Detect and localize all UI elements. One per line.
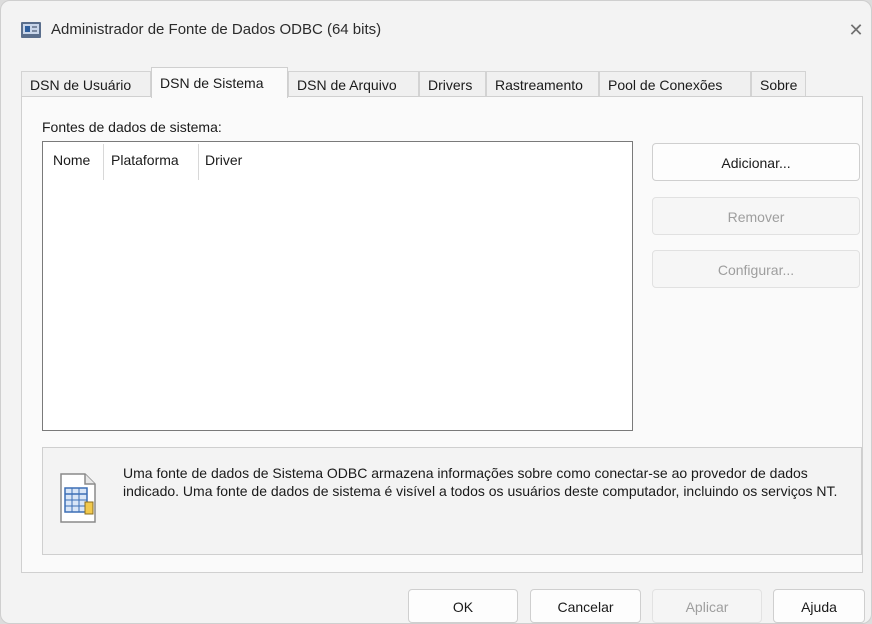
column-separator[interactable]	[198, 144, 199, 180]
ok-button[interactable]: OK	[408, 589, 518, 623]
title-bar: Administrador de Fonte de Dados ODBC (64…	[1, 1, 872, 57]
configure-button[interactable]: Configurar...	[652, 250, 860, 288]
remove-button[interactable]: Remover	[652, 197, 860, 235]
close-icon[interactable]: ✕	[839, 15, 872, 45]
tab-panel-dsn-sistema: Fontes de dados de sistema: Nome Platafo…	[21, 96, 863, 573]
odbc-admin-window: Administrador de Fonte de Dados ODBC (64…	[0, 0, 872, 624]
column-header-driver[interactable]: Driver	[205, 152, 242, 168]
apply-button[interactable]: Aplicar	[652, 589, 762, 623]
column-separator[interactable]	[103, 144, 104, 180]
help-button[interactable]: Ajuda	[773, 589, 865, 623]
tab-dsn-sistema[interactable]: DSN de Sistema	[151, 67, 288, 98]
cancel-button[interactable]: Cancelar	[530, 589, 641, 623]
info-description: Uma fonte de dados de Sistema ODBC armaz…	[123, 465, 838, 499]
tab-pool-conexoes[interactable]: Pool de Conexões	[599, 71, 751, 97]
tab-sobre[interactable]: Sobre	[751, 71, 806, 97]
tab-drivers[interactable]: Drivers	[419, 71, 486, 97]
add-button[interactable]: Adicionar...	[652, 143, 860, 181]
tab-rastreamento[interactable]: Rastreamento	[486, 71, 599, 97]
database-document-icon	[55, 472, 99, 524]
column-header-nome[interactable]: Nome	[53, 152, 90, 168]
window-title: Administrador de Fonte de Dados ODBC (64…	[51, 21, 382, 38]
info-box: Uma fonte de dados de Sistema ODBC armaz…	[42, 447, 862, 555]
system-dsn-list[interactable]: Nome Plataforma Driver	[42, 141, 633, 431]
column-header-plataforma[interactable]: Plataforma	[111, 152, 179, 168]
tab-dsn-arquivo[interactable]: DSN de Arquivo	[288, 71, 419, 97]
tab-strip: DSN de Usuário DSN de Sistema DSN de Arq…	[21, 67, 861, 98]
tab-dsn-usuario[interactable]: DSN de Usuário	[21, 71, 151, 97]
odbc-admin-icon	[21, 21, 41, 39]
system-data-sources-label: Fontes de dados de sistema:	[42, 119, 222, 135]
